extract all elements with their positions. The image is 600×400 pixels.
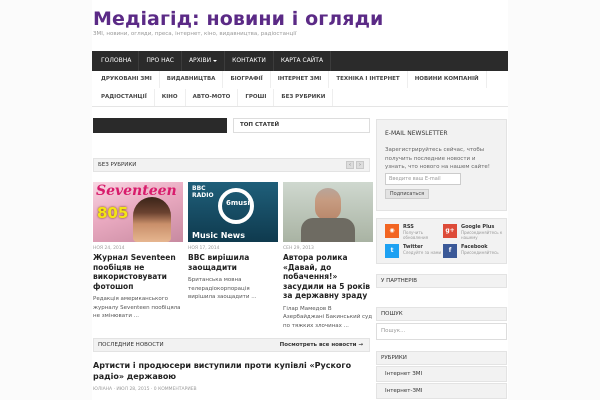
google-plus-icon: g+ (443, 224, 457, 238)
section-title: БЕЗ РУБРИКИ (98, 162, 137, 168)
category-nav-item[interactable]: КІНО (155, 88, 186, 106)
main-navigation: ГОЛОВНА ПРО НАС АРХІВИ КОНТАКТИ КАРТА СА… (92, 51, 508, 71)
social-facebook[interactable]: f Facebook Присоединяйтесь (443, 244, 503, 262)
article-excerpt: Редакція американського журналу Seventee… (93, 296, 181, 319)
newsletter-title: E-MAIL NEWSLETTER (385, 130, 448, 137)
category-nav-item[interactable]: НОВИНИ КОМПАНІЙ (408, 71, 487, 88)
category-nav-item[interactable]: БІОГРАФІЇ (223, 71, 271, 88)
twitter-icon: t (385, 244, 399, 258)
chevron-left-icon[interactable]: ‹ (346, 161, 354, 169)
partners-header: У ПАРТНЕРІВ (376, 274, 507, 288)
chevron-right-icon[interactable]: › (356, 161, 364, 169)
article-card: Seventeen 805 НОЯ 24, 2014 Журнал Sevent… (93, 182, 183, 321)
category-nav-item[interactable]: ВИДАВНИЦТВА (160, 71, 224, 88)
social-desc: Присоединяйтесь (461, 250, 499, 255)
nav-label: КОНТАКТИ (232, 57, 266, 64)
search-input[interactable]: Пошук... (376, 323, 507, 340)
article-excerpt: Британська мовна телерадіокорпорація вир… (188, 277, 257, 300)
nav-item-about[interactable]: ПРО НАС (139, 51, 182, 71)
portrait-shirt (301, 218, 355, 242)
article-date: НОЯ 24, 2014 (93, 246, 125, 251)
nav-label: ПРО НАС (146, 57, 174, 64)
social-widget: ◉ RSS Получить обновления g+ Google Plus… (376, 218, 507, 264)
newsletter-widget: E-MAIL NEWSLETTER Зарегистрируйтесь сейч… (376, 119, 507, 211)
article-date: НОЯ 17, 2014 (188, 246, 220, 251)
social-twitter[interactable]: t Twitter Следуйте за нами (385, 244, 445, 262)
category-nav-item[interactable]: РАДІОСТАНЦІЇ (94, 88, 155, 106)
social-desc: Следуйте за нами (403, 250, 442, 255)
social-google-plus[interactable]: g+ Google Plus Присоединяйтесь к нашему (443, 224, 503, 242)
article-card: СЕН 29, 2013 Автора ролика «Давай, до по… (283, 182, 373, 330)
nav-label: КАРТА САЙТА (280, 57, 324, 64)
carousel-arrows: ‹ › (346, 161, 364, 169)
article-thumbnail[interactable] (283, 182, 373, 242)
category-nav-item[interactable]: ІНТЕРНЕТ ЗМІ (271, 71, 330, 88)
bbc-radio-logo: BBC RADIO (192, 185, 214, 199)
social-desc: Присоединяйтесь к нашему (461, 230, 503, 240)
search-header: ПОШУК (376, 307, 507, 321)
category-nav-item[interactable]: ГРОШІ (238, 88, 275, 106)
category-link[interactable]: Інтернет-ЗМІ (376, 383, 507, 399)
nav-item-contacts[interactable]: КОНТАКТИ (225, 51, 274, 71)
latest-news-header: ПОСЛЕДНИЕ НОВОСТИ Посмотреть все новости… (93, 338, 370, 352)
cover-model (133, 197, 171, 242)
magazine-cover-number: 805 (97, 204, 129, 222)
newsletter-email-input[interactable]: Введите ваш E-mail (385, 173, 461, 185)
rss-icon: ◉ (385, 224, 399, 238)
nav-item-archives[interactable]: АРХІВИ (182, 51, 226, 71)
article-card: BBC RADIO 6music Music News НОЯ 17, 2014… (188, 182, 278, 302)
latest-post-title[interactable]: Артисти і продюсери виступили проти купі… (93, 361, 370, 382)
social-desc: Получить обновления (403, 230, 428, 240)
subscribe-button[interactable]: Подписаться (385, 189, 429, 199)
category-nav-item[interactable]: БЕЗ РУБРИКИ (274, 88, 334, 106)
article-thumbnail[interactable]: BBC RADIO 6music Music News (188, 182, 278, 242)
article-title[interactable]: Журнал Seventeen пообіцяв не використову… (93, 253, 183, 291)
social-rss[interactable]: ◉ RSS Получить обновления (385, 224, 445, 242)
facebook-icon: f (443, 244, 457, 258)
article-date: СЕН 29, 2013 (283, 246, 314, 251)
article-thumbnail[interactable]: Seventeen 805 (93, 182, 183, 242)
category-nav-item[interactable]: ДРУКОВАНІ ЗМІ (94, 71, 160, 88)
thumbnail-caption: Music News (192, 231, 245, 240)
nav-item-home[interactable]: ГОЛОВНА (94, 51, 140, 71)
nav-label: ГОЛОВНА (101, 57, 132, 64)
category-nav-item[interactable]: ТЕХНІКА І ІНТЕРНЕТ (329, 71, 408, 88)
newsletter-text: Зарегистрируйтесь сейчас, чтобы получить… (385, 147, 490, 170)
nav-item-sitemap[interactable]: КАРТА САЙТА (274, 51, 332, 71)
article-title[interactable]: Автора ролика «Давай, до побачення!» зас… (283, 253, 373, 301)
section-header: БЕЗ РУБРИКИ ‹ › (93, 158, 370, 172)
article-title[interactable]: BBC вирішила заощадити (188, 253, 278, 272)
nav-label: АРХІВИ (188, 57, 212, 64)
site-title[interactable]: Медіагід: новини і огляди (93, 8, 383, 30)
category-navigation: ДРУКОВАНІ ЗМІ ВИДАВНИЦТВА БІОГРАФІЇ ІНТЕ… (92, 71, 508, 107)
latest-post-meta: ЮЛІАНА · ИЮЛ 28, 2015 · 0 КОММЕНТАРИЕВ (93, 387, 197, 392)
site-description: ЗМІ, новини, огляди, преса, інтернет, кі… (93, 31, 297, 37)
tab-recent-dark[interactable] (93, 118, 227, 133)
page: Медіагід: новини і огляди ЗМІ, новини, о… (0, 0, 600, 400)
category-link[interactable]: Інтернет ЗМІ (376, 366, 507, 382)
categories-header: РУБРИКИ (376, 351, 507, 365)
portrait-face (315, 188, 341, 220)
magazine-logo: Seventeen (96, 183, 177, 199)
tab-top-articles[interactable]: ТОП СТАТЕЙ (233, 118, 370, 133)
category-nav-item[interactable]: АВТО-МОТО (186, 88, 239, 106)
article-excerpt: Гілар Мамедов В Азербайджані Бакинський … (283, 305, 373, 329)
six-music-label: 6music (226, 199, 254, 207)
latest-news-title: ПОСЛЕДНИЕ НОВОСТИ (98, 342, 164, 348)
chevron-down-icon (213, 59, 218, 62)
view-all-news-link[interactable]: Посмотреть все новости → (280, 339, 363, 351)
